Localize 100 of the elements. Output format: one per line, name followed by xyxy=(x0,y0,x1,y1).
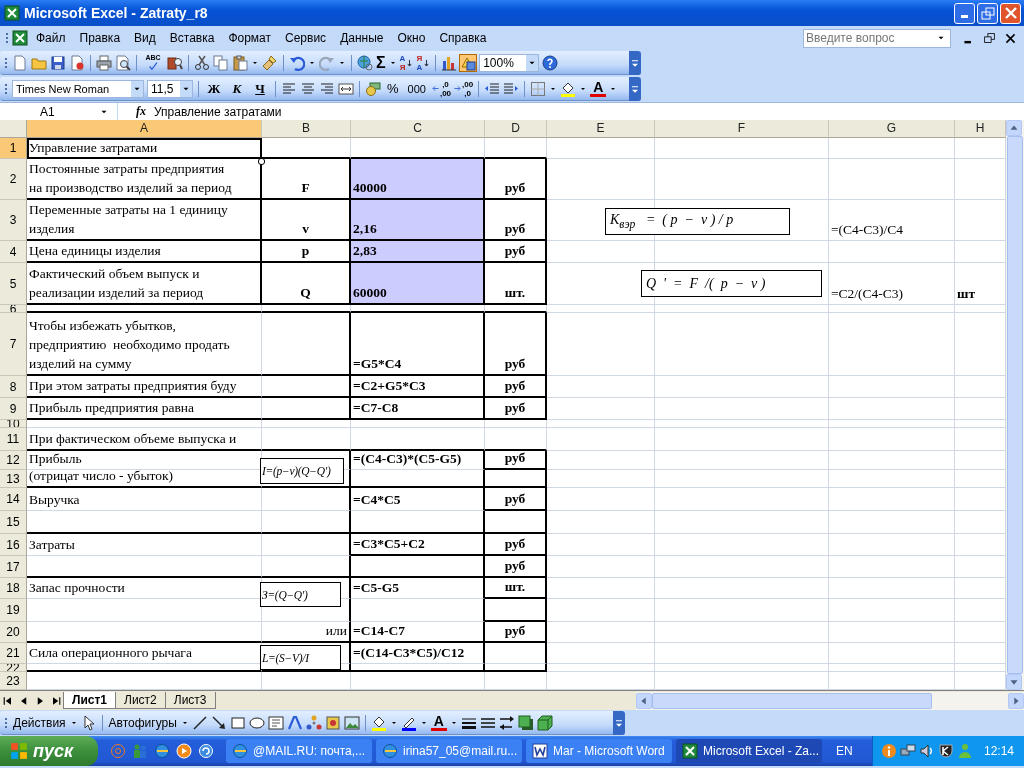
menu-item[interactable]: Файл xyxy=(30,29,72,47)
row-header[interactable]: 8 xyxy=(0,376,27,398)
scroll-down-icon[interactable] xyxy=(1006,674,1022,690)
autosum-button[interactable]: Σ xyxy=(376,53,386,72)
zoom-dropdown[interactable]: 100% xyxy=(479,53,540,72)
clip-art-icon[interactable] xyxy=(324,714,341,731)
indent-decrease-icon[interactable] xyxy=(484,80,501,97)
taskbar-button[interactable]: @MAIL.RU: почта,... xyxy=(226,739,372,763)
menu-item[interactable]: Вставка xyxy=(163,29,221,47)
column-header[interactable]: E xyxy=(547,120,655,138)
sheet-tab[interactable]: Лист2 xyxy=(115,692,166,709)
taskbar-button[interactable]: Microsoft Excel - Za... xyxy=(676,739,822,763)
scroll-right-icon[interactable] xyxy=(1008,692,1024,709)
sort-ascending-button[interactable]: А Я xyxy=(399,53,414,72)
align-left-icon[interactable] xyxy=(281,80,297,97)
column-header[interactable]: H xyxy=(955,120,1006,138)
column-header[interactable]: F xyxy=(655,120,829,138)
shadow-icon[interactable] xyxy=(518,714,534,731)
merge-icon[interactable] xyxy=(338,80,354,97)
decrease-decimal-button[interactable]: ,00 ,0 xyxy=(454,79,474,98)
scroll-up-icon[interactable] xyxy=(1006,120,1022,136)
sort-descending-button[interactable]: Я А xyxy=(416,53,431,72)
menu-item[interactable]: Сервис xyxy=(279,29,333,47)
diagram-icon[interactable] xyxy=(305,714,322,731)
toolbar-options-icon[interactable] xyxy=(613,710,625,735)
horizontal-scrollbar[interactable] xyxy=(636,691,1024,710)
align-right-icon[interactable] xyxy=(319,80,335,97)
menu-item[interactable]: Справка xyxy=(433,29,493,47)
row-header[interactable]: 3 xyxy=(0,200,27,241)
indent-increase-icon[interactable] xyxy=(503,80,520,97)
menu-item[interactable]: Правка xyxy=(73,29,127,47)
row-header[interactable]: 16 xyxy=(0,534,27,556)
row-header[interactable]: 5 xyxy=(0,263,27,305)
taskbar-button[interactable]: Mar - Microsoft Word xyxy=(526,739,672,763)
spreadsheet-icon[interactable] xyxy=(12,30,28,46)
row-header[interactable]: 18 xyxy=(0,578,27,599)
underline-button[interactable]: Ч xyxy=(250,80,270,97)
column-header[interactable]: C xyxy=(351,120,485,138)
first-sheet-icon[interactable] xyxy=(2,694,14,707)
column-header[interactable]: D xyxy=(485,120,547,138)
scissors-icon[interactable] xyxy=(194,54,210,71)
speaker-icon[interactable] xyxy=(918,743,935,759)
cube-icon[interactable] xyxy=(537,714,553,731)
floppy-icon[interactable] xyxy=(50,54,66,71)
row-header[interactable]: 19 xyxy=(0,599,27,622)
drawing-icon[interactable] xyxy=(460,54,477,71)
picture-icon[interactable] xyxy=(343,714,360,731)
column-header[interactable]: A xyxy=(27,120,262,138)
vertical-scrollbar[interactable] xyxy=(1006,120,1024,690)
permission-icon[interactable] xyxy=(69,54,85,71)
print-preview-icon[interactable] xyxy=(115,54,131,71)
paste-icon[interactable] xyxy=(232,54,248,71)
globe-icon[interactable] xyxy=(357,54,373,71)
actions-menu-button[interactable]: Действия xyxy=(12,715,67,730)
function-button[interactable]: fx xyxy=(118,104,152,119)
font-color-button[interactable]: A xyxy=(590,80,607,97)
toolbar-options-icon[interactable] xyxy=(629,76,641,101)
scroll-thumb[interactable] xyxy=(1007,136,1023,674)
arrow-icon[interactable] xyxy=(210,714,227,731)
row-header[interactable]: 1 xyxy=(0,138,27,159)
sheet-tab[interactable]: Лист3 xyxy=(164,692,216,709)
text-box-icon[interactable] xyxy=(267,714,284,731)
research-icon[interactable] xyxy=(167,54,183,71)
row-header[interactable]: 4 xyxy=(0,241,27,263)
toolbar-options-icon[interactable] xyxy=(629,50,641,75)
column-header[interactable]: G xyxy=(829,120,955,138)
sheet-tab[interactable]: Лист1 xyxy=(63,692,117,709)
arrow-style-icon[interactable] xyxy=(499,714,515,731)
scroll-thumb[interactable] xyxy=(652,692,932,709)
row-header[interactable]: 11 xyxy=(0,428,27,451)
italic-button[interactable]: К xyxy=(227,80,247,97)
wordart-icon[interactable] xyxy=(286,714,303,731)
close-icon[interactable] xyxy=(1004,31,1017,45)
oval-icon[interactable] xyxy=(248,714,265,731)
brush-icon[interactable] xyxy=(262,54,278,71)
bold-button[interactable]: Ж xyxy=(204,80,224,97)
formula-field[interactable]: Управление затратами xyxy=(152,104,1024,119)
minimize-button[interactable] xyxy=(954,2,975,24)
resize-handle[interactable] xyxy=(258,158,265,165)
thousands-button[interactable]: 000 xyxy=(404,82,429,95)
autoshapes-menu-button[interactable]: Автофигуры xyxy=(107,715,178,730)
language-indicator[interactable]: EN xyxy=(836,744,853,758)
close-button[interactable] xyxy=(1000,2,1021,24)
help-icon[interactable] xyxy=(542,54,559,71)
chart-icon[interactable] xyxy=(441,54,458,71)
menu-item[interactable]: Окно xyxy=(391,29,432,47)
line-icon[interactable] xyxy=(191,714,208,731)
network-icon[interactable] xyxy=(899,743,916,759)
percent-button[interactable]: % xyxy=(384,81,402,96)
info-icon[interactable] xyxy=(880,743,897,759)
font-dropdown[interactable]: Times New Roman xyxy=(12,79,144,98)
row-header[interactable]: 12 xyxy=(0,451,27,470)
menu-item[interactable]: Вид xyxy=(128,29,162,47)
row-header[interactable]: 15 xyxy=(0,511,27,534)
question-field[interactable]: Введите вопрос xyxy=(803,28,951,48)
row-header[interactable]: 23 xyxy=(0,672,27,690)
paint-bucket-icon[interactable] xyxy=(560,80,577,97)
row-header[interactable]: 13 xyxy=(0,470,27,488)
increase-decimal-button[interactable]: ,0 ,00 xyxy=(431,79,452,98)
restore-icon[interactable] xyxy=(983,31,996,45)
